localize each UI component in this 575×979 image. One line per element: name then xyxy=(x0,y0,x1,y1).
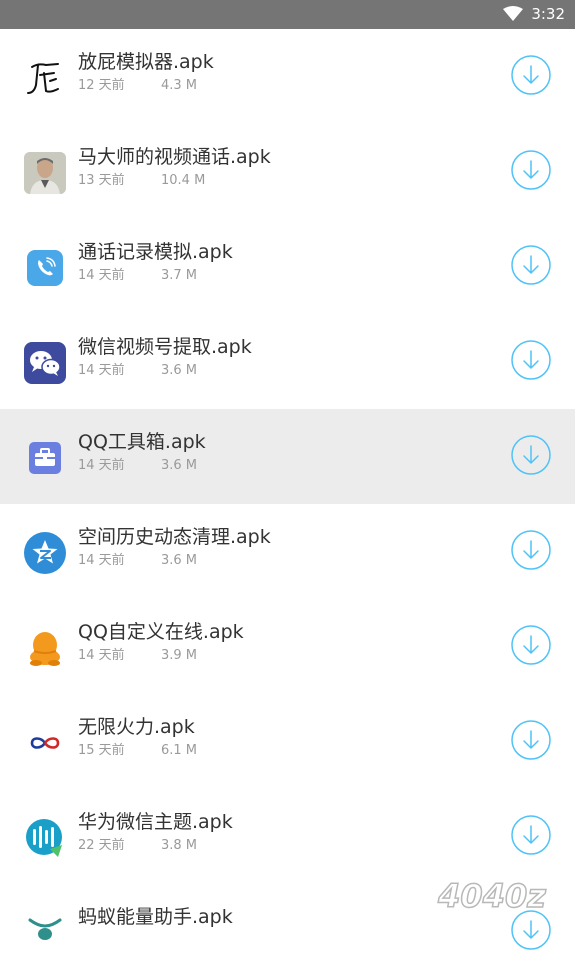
download-button[interactable] xyxy=(511,815,551,855)
file-size: 4.3 M xyxy=(161,78,198,93)
file-name: 通话记录模拟.apk xyxy=(78,241,233,263)
file-date: 14 天前 xyxy=(78,648,125,663)
file-date: 14 天前 xyxy=(78,363,125,378)
status-time: 3:32 xyxy=(531,5,565,23)
watermark-logo: 4040z xyxy=(436,876,547,914)
download-icon xyxy=(511,530,551,570)
file-size: 3.6 M xyxy=(161,363,198,378)
download-button[interactable] xyxy=(511,340,551,380)
download-button[interactable] xyxy=(511,530,551,570)
file-meta: 13 天前 10.4 M xyxy=(78,172,205,190)
list-item[interactable]: QQ自定义在线.apk 14 天前 3.9 M xyxy=(0,599,575,694)
file-meta: 14 天前 3.6 M xyxy=(78,457,197,475)
list-item[interactable]: 无限火力.apk 15 天前 6.1 M xyxy=(0,694,575,789)
download-icon xyxy=(511,815,551,855)
file-meta: 14 天前 3.6 M xyxy=(78,362,197,380)
download-icon xyxy=(511,910,551,950)
file-name: 无限火力.apk xyxy=(78,716,195,738)
list-item[interactable]: 放屁模拟器.apk 12 天前 4.3 M xyxy=(0,29,575,124)
download-icon xyxy=(511,720,551,760)
file-date: 12 天前 xyxy=(78,78,125,93)
download-icon xyxy=(511,55,551,95)
download-icon xyxy=(511,245,551,285)
file-size: 6.1 M xyxy=(161,743,198,758)
ant-icon xyxy=(24,912,66,954)
infinity-icon xyxy=(24,722,66,764)
file-name: 放屁模拟器.apk xyxy=(78,51,214,73)
list-item[interactable]: 通话记录模拟.apk 14 天前 3.7 M xyxy=(0,219,575,314)
file-size: 3.9 M xyxy=(161,648,198,663)
file-meta: 15 天前 6.1 M xyxy=(78,742,197,760)
wifi-icon xyxy=(503,6,523,21)
file-date: 14 天前 xyxy=(78,268,125,283)
file-date: 14 天前 xyxy=(78,458,125,473)
file-date: 22 天前 xyxy=(78,838,125,853)
download-button[interactable] xyxy=(511,55,551,95)
file-size: 3.7 M xyxy=(161,268,198,283)
file-meta: 12 天前 4.3 M xyxy=(78,77,197,95)
phone-call-icon xyxy=(24,247,66,289)
file-size: 3.6 M xyxy=(161,458,198,473)
file-size: 10.4 M xyxy=(161,173,206,188)
download-button[interactable] xyxy=(511,245,551,285)
list-item[interactable]: QQ工具箱.apk 14 天前 3.6 M xyxy=(0,409,575,504)
download-button[interactable] xyxy=(511,720,551,760)
file-name: QQ工具箱.apk xyxy=(78,431,206,453)
file-meta: 22 天前 3.8 M xyxy=(78,837,197,855)
qq-penguin-icon xyxy=(24,627,66,669)
file-date: 14 天前 xyxy=(78,553,125,568)
download-button[interactable] xyxy=(511,150,551,190)
file-name: 微信视频号提取.apk xyxy=(78,336,252,358)
list-item[interactable]: 华为微信主题.apk 22 天前 3.8 M xyxy=(0,789,575,884)
list-item[interactable]: 微信视频号提取.apk 14 天前 3.6 M xyxy=(0,314,575,409)
file-name: 蚂蚁能量助手.apk xyxy=(78,906,233,928)
file-name: 华为微信主题.apk xyxy=(78,811,233,833)
watermark-text: 4040z xyxy=(437,877,546,914)
download-button[interactable] xyxy=(511,625,551,665)
download-icon xyxy=(511,435,551,475)
file-size: 3.6 M xyxy=(161,553,198,568)
download-icon xyxy=(511,150,551,190)
file-name: 空间历史动态清理.apk xyxy=(78,526,271,548)
toolbox-icon xyxy=(24,437,66,479)
file-meta: 14 天前 3.7 M xyxy=(78,267,197,285)
file-date: 15 天前 xyxy=(78,743,125,758)
fart-calligraphy-icon xyxy=(24,57,66,99)
download-button[interactable] xyxy=(511,910,551,950)
qzone-star-icon xyxy=(24,532,66,574)
bars-theme-icon xyxy=(24,817,66,859)
file-size: 3.8 M xyxy=(161,838,198,853)
download-button[interactable] xyxy=(511,435,551,475)
file-meta: 14 天前 3.6 M xyxy=(78,552,197,570)
file-name: 马大师的视频通话.apk xyxy=(78,146,271,168)
status-bar: 3:32 xyxy=(0,0,575,29)
wechat-icon xyxy=(24,342,66,384)
list-item[interactable]: 马大师的视频通话.apk 13 天前 10.4 M xyxy=(0,124,575,219)
list-item[interactable]: 空间历史动态清理.apk 14 天前 3.6 M xyxy=(0,504,575,599)
file-meta: 14 天前 3.9 M xyxy=(78,647,197,665)
file-name: QQ自定义在线.apk xyxy=(78,621,244,643)
file-list: 放屁模拟器.apk 12 天前 4.3 M 马大师的视频通话.apk 13 天前… xyxy=(0,29,575,979)
download-icon xyxy=(511,625,551,665)
portrait-photo-icon xyxy=(24,152,66,194)
download-icon xyxy=(511,340,551,380)
file-date: 13 天前 xyxy=(78,173,125,188)
